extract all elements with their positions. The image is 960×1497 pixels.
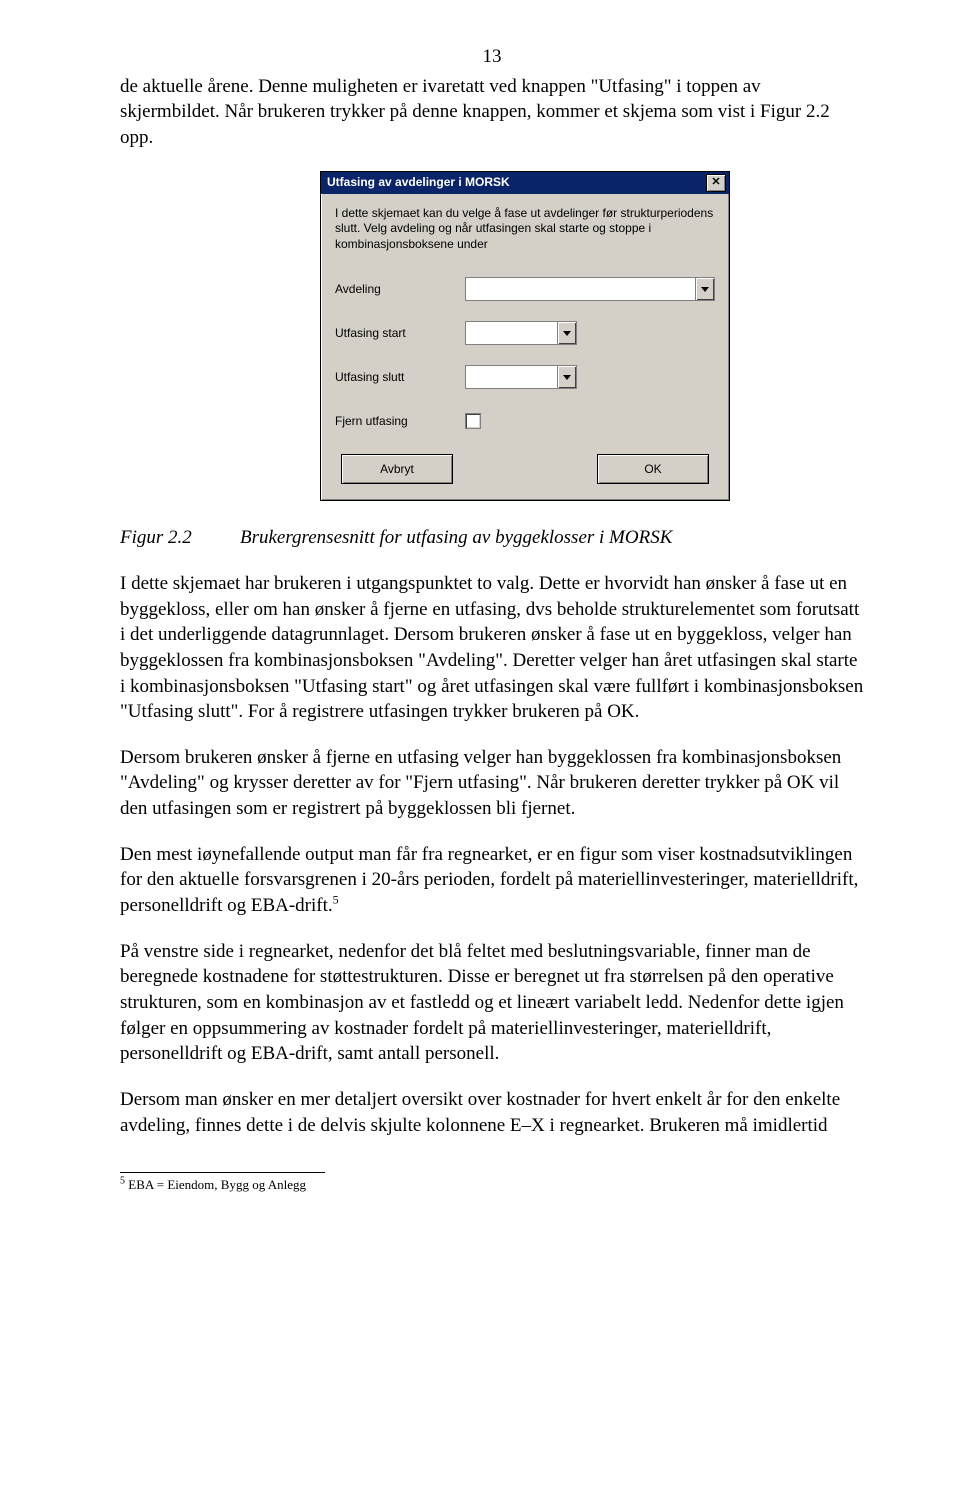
- footnote-separator: [120, 1172, 325, 1173]
- paragraph-5: På venstre side i regnearket, nedenfor d…: [120, 939, 864, 1067]
- paragraph-4-text: Den mest iøynefallende output man får fr…: [120, 844, 858, 916]
- chevron-down-icon: [695, 278, 714, 300]
- utfasing-slutt-combobox[interactable]: [465, 365, 577, 389]
- label-utfasing-start: Utfasing start: [335, 325, 465, 341]
- label-utfasing-slutt: Utfasing slutt: [335, 369, 465, 385]
- paragraph-1: de aktuelle årene. Denne muligheten er i…: [120, 74, 864, 151]
- footnote-text: EBA = Eiendom, Bygg og Anlegg: [125, 1177, 306, 1192]
- footnote-ref-5: 5: [333, 893, 339, 907]
- chevron-down-icon: [557, 322, 576, 344]
- paragraph-2: I dette skjemaet har brukeren i utgangsp…: [120, 571, 864, 725]
- cancel-button[interactable]: Avbryt: [341, 454, 453, 484]
- figure-caption: Figur 2.2 Brukergrensesnitt for utfasing…: [120, 525, 864, 551]
- ok-button-label: OK: [644, 461, 661, 477]
- dialog-title: Utfasing av avdelinger i MORSK: [327, 174, 706, 190]
- paragraph-6: Dersom man ønsker en mer detaljert overs…: [120, 1087, 864, 1138]
- paragraph-3: Dersom brukeren ønsker å fjerne en utfas…: [120, 745, 864, 822]
- avdeling-value: [466, 278, 695, 300]
- cancel-button-label: Avbryt: [380, 461, 414, 477]
- footnote-5: 5 EBA = Eiendom, Bygg og Anlegg: [120, 1177, 864, 1194]
- figure-text: Brukergrensesnitt for utfasing av byggek…: [240, 525, 864, 551]
- fjern-utfasing-checkbox[interactable]: [465, 413, 481, 429]
- paragraph-4: Den mest iøynefallende output man får fr…: [120, 842, 864, 919]
- chevron-down-icon: [557, 366, 576, 388]
- avdeling-combobox[interactable]: [465, 277, 715, 301]
- dialog-screenshot: Utfasing av avdelinger i MORSK ✕ I dette…: [320, 171, 864, 502]
- utfasing-slutt-value: [466, 366, 557, 388]
- ok-button[interactable]: OK: [597, 454, 709, 484]
- label-avdeling: Avdeling: [335, 281, 465, 297]
- close-icon: ✕: [711, 175, 720, 190]
- figure-label: Figur 2.2: [120, 525, 240, 551]
- utfasing-start-value: [466, 322, 557, 344]
- close-button[interactable]: ✕: [706, 174, 726, 192]
- label-fjern-utfasing: Fjern utfasing: [335, 413, 465, 429]
- utfasing-start-combobox[interactable]: [465, 321, 577, 345]
- page-number: 13: [120, 44, 864, 70]
- dialog-titlebar: Utfasing av avdelinger i MORSK ✕: [321, 172, 729, 194]
- dialog-intro-text: I dette skjemaet kan du velge å fase ut …: [335, 206, 715, 253]
- dialog-window: Utfasing av avdelinger i MORSK ✕ I dette…: [320, 171, 730, 502]
